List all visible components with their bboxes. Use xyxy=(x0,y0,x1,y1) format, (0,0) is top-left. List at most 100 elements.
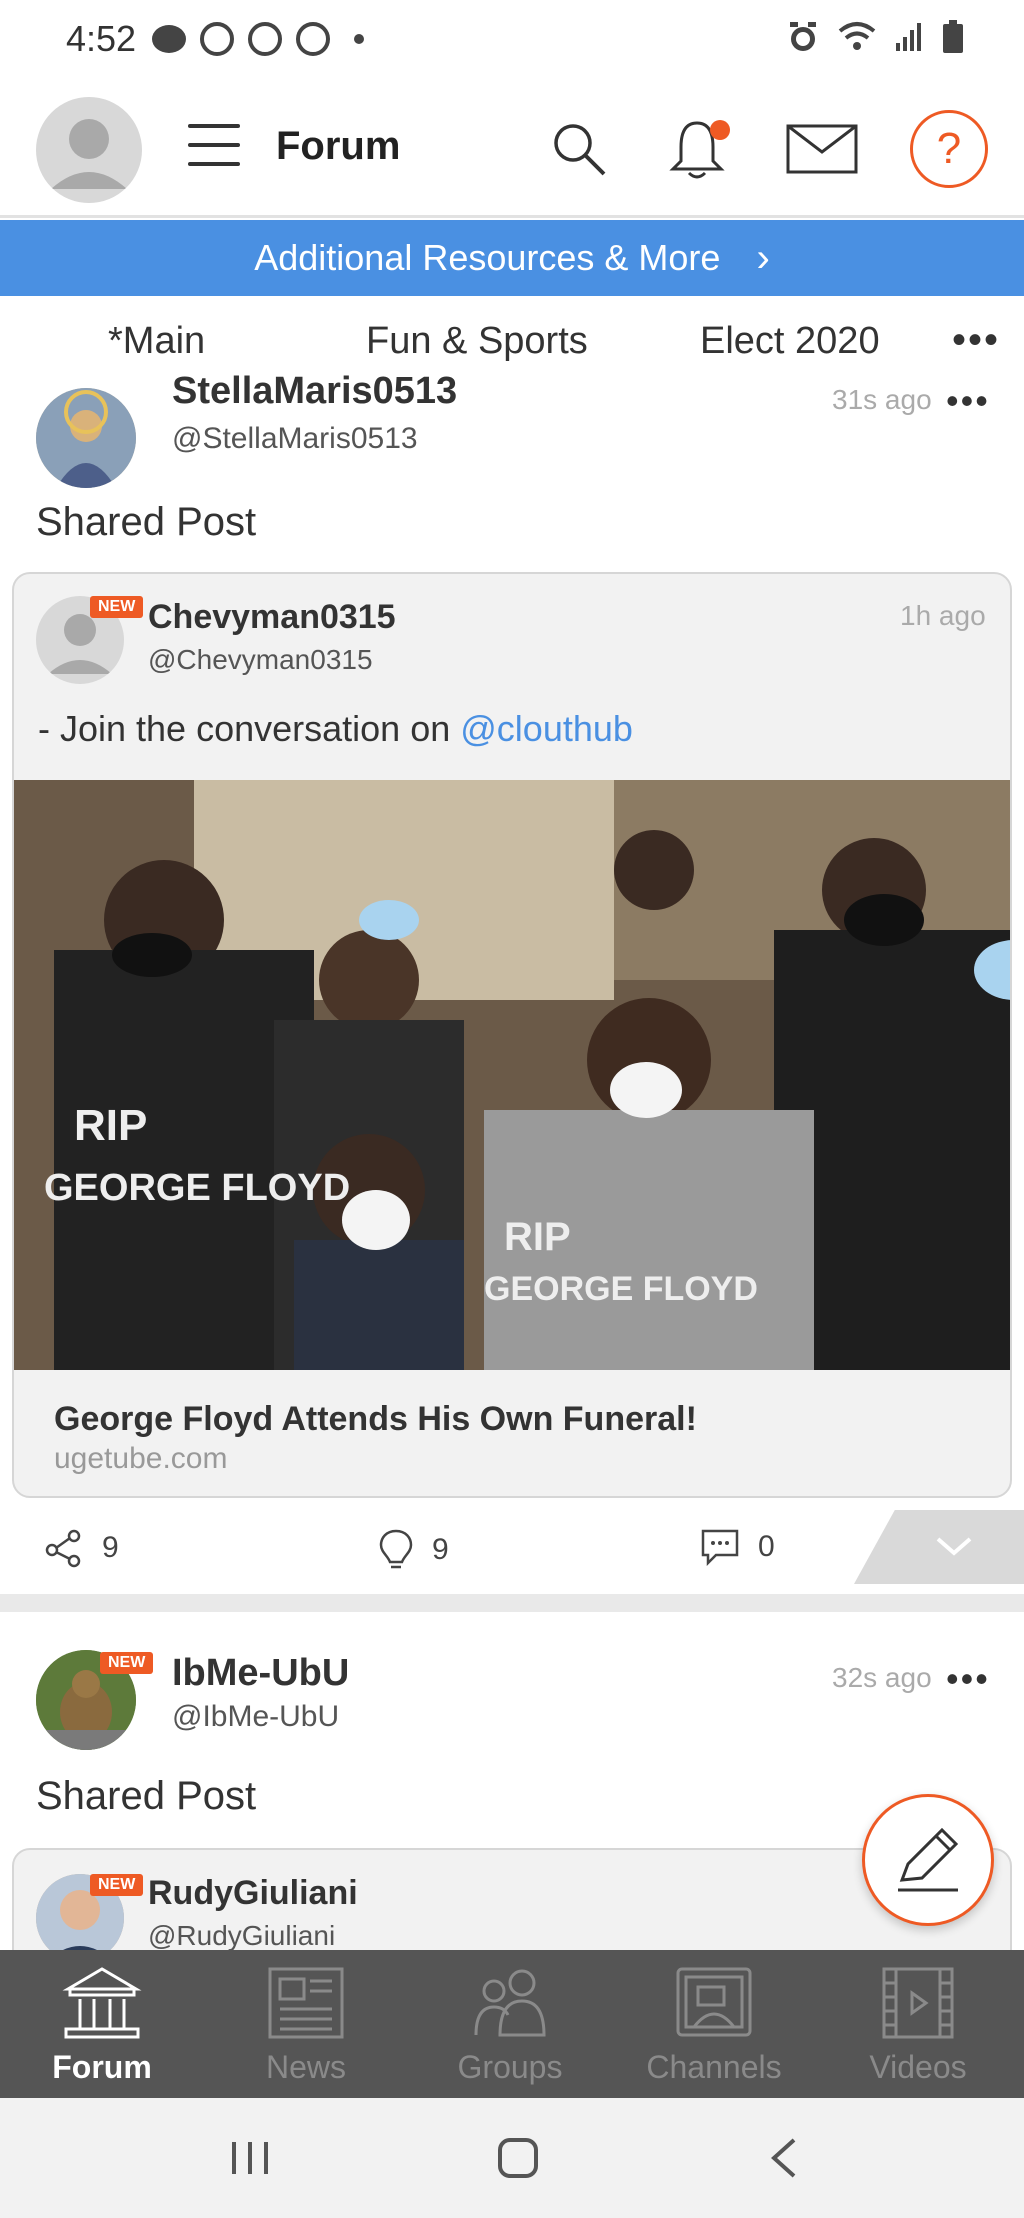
feed-post: StellaMaris0513 @StellaMaris0513 31s ago… xyxy=(0,370,1024,1594)
nav-forum[interactable]: Forum xyxy=(0,1950,204,2098)
share-icon xyxy=(45,1529,81,1568)
chrome-notification-icon xyxy=(296,22,330,56)
comment-icon xyxy=(701,1529,739,1566)
banner-text: Additional Resources & More xyxy=(254,237,721,278)
new-user-badge: NEW xyxy=(90,1874,144,1896)
nav-channels[interactable]: Channels xyxy=(612,1950,816,2098)
app-header: Forum ? xyxy=(0,80,1024,218)
app-screen: 4:52 Forum ? Additional Resources & More… xyxy=(0,0,1024,2218)
shared-author-handle[interactable]: @Chevyman0315 xyxy=(148,644,373,676)
shared-post-label: Shared Post xyxy=(36,1774,257,1818)
signal-icon xyxy=(896,23,921,51)
post-author-handle[interactable]: @IbMe-UbU xyxy=(172,1700,339,1734)
link-preview-domain: ugetube.com xyxy=(54,1442,228,1475)
recent-apps-button[interactable] xyxy=(210,2128,290,2188)
news-icon xyxy=(268,1967,344,2039)
shared-author-handle[interactable]: @RudyGiuliani xyxy=(148,1920,335,1950)
system-navigation-bar xyxy=(0,2098,1024,2218)
tab-fun-sports[interactable]: Fun & Sports xyxy=(366,320,588,363)
nav-label: News xyxy=(265,2049,346,2085)
videos-icon xyxy=(882,1967,954,2039)
tab-main[interactable]: *Main xyxy=(108,320,205,363)
tabs-more-button[interactable]: ••• xyxy=(952,318,1000,363)
shared-timestamp: 1h ago xyxy=(900,600,986,631)
notification-icons xyxy=(152,22,364,56)
more-notifications-icon xyxy=(354,34,364,44)
channels-icon xyxy=(676,1967,752,2037)
bottom-navigation: Forum News Groups Channels Videos xyxy=(0,1950,1024,2098)
status-bar: 4:52 xyxy=(0,0,1024,80)
help-button[interactable]: ? xyxy=(910,110,988,188)
home-button[interactable] xyxy=(478,2128,558,2188)
chat-notification-icon xyxy=(152,25,186,53)
nav-label: Channels xyxy=(646,2049,782,2085)
svg-text:RIP: RIP xyxy=(74,1101,147,1150)
messages-button[interactable] xyxy=(782,114,862,184)
shared-post-card[interactable]: NEW Chevyman0315 @Chevyman0315 1h ago - … xyxy=(12,572,1012,1498)
share-button[interactable]: 9 xyxy=(44,1528,119,1568)
forum-icon xyxy=(62,1967,142,2039)
status-time: 4:52 xyxy=(66,18,137,59)
menu-icon-line xyxy=(188,124,240,128)
nav-videos[interactable]: Videos xyxy=(816,1950,1020,2098)
chevron-right-icon: › xyxy=(756,235,770,280)
svg-text:GEORGE FLOYD: GEORGE FLOYD xyxy=(484,1270,758,1308)
comment-count: 0 xyxy=(758,1530,775,1563)
expand-post-button[interactable] xyxy=(854,1510,1024,1584)
lightbulb-icon xyxy=(379,1529,413,1569)
notification-dot xyxy=(710,120,730,140)
feed-post: NEW IbMe-UbU @IbMe-UbU 32s ago ••• Share… xyxy=(0,1612,1024,1950)
tab-elect-2020[interactable]: Elect 2020 xyxy=(700,320,880,363)
mention-link[interactable]: @clouthub xyxy=(460,708,633,749)
chrome-notification-icon xyxy=(200,22,234,56)
photo-image: RIP GEORGE FLOYD RIP GEORGE FLOYD xyxy=(14,780,1010,1370)
compose-post-button[interactable] xyxy=(862,1794,994,1926)
menu-button[interactable] xyxy=(188,124,240,168)
shared-author-name[interactable]: Chevyman0315 xyxy=(148,598,396,637)
idea-button[interactable]: 9 xyxy=(378,1528,449,1572)
nav-label: Groups xyxy=(457,2049,563,2085)
post-timestamp: 32s ago xyxy=(832,1662,932,1693)
post-author-name[interactable]: IbMe-UbU xyxy=(172,1652,349,1695)
notifications-button[interactable] xyxy=(662,114,732,184)
post-text: - Join the conversation on xyxy=(38,708,461,749)
nav-label: Forum xyxy=(52,2049,152,2085)
battery-icon xyxy=(943,20,963,53)
chrome-notification-icon xyxy=(248,22,282,56)
shared-author-name[interactable]: RudyGiuliani xyxy=(148,1874,358,1913)
link-preview-image[interactable]: RIP GEORGE FLOYD RIP GEORGE FLOYD xyxy=(14,780,1010,1370)
menu-icon-line xyxy=(188,162,240,166)
user-avatar[interactable] xyxy=(36,97,142,203)
nav-news[interactable]: News xyxy=(204,1950,408,2098)
shared-post-label: Shared Post xyxy=(36,500,257,544)
new-user-badge: NEW xyxy=(90,596,144,618)
post-options-button[interactable]: ••• xyxy=(946,1658,990,1700)
post-timestamp: 31s ago xyxy=(832,384,932,415)
idea-count: 9 xyxy=(432,1533,449,1566)
search-button[interactable] xyxy=(544,114,614,184)
chevron-down-icon xyxy=(936,1537,972,1556)
shared-post-text: - Join the conversation on @clouthub xyxy=(38,708,633,750)
link-preview-title[interactable]: George Floyd Attends His Own Funeral! xyxy=(54,1400,697,1439)
post-options-button[interactable]: ••• xyxy=(946,380,990,422)
post-author-avatar[interactable] xyxy=(36,388,136,488)
wifi-icon xyxy=(838,22,876,50)
pencil-icon xyxy=(898,1827,959,1892)
comment-button[interactable]: 0 xyxy=(700,1528,775,1566)
resources-banner[interactable]: Additional Resources & More › xyxy=(0,220,1024,296)
system-icons xyxy=(786,20,964,54)
user-avatar-icon xyxy=(51,119,127,189)
post-author-handle[interactable]: @StellaMaris0513 xyxy=(172,422,418,456)
groups-icon xyxy=(474,1969,546,2037)
menu-icon-line xyxy=(188,143,240,147)
post-actions: 9 9 0 xyxy=(0,1510,1024,1600)
nav-groups[interactable]: Groups xyxy=(408,1950,612,2098)
new-user-badge: NEW xyxy=(100,1652,154,1674)
svg-text:RIP: RIP xyxy=(504,1215,571,1259)
search-icon xyxy=(554,124,606,176)
post-author-name[interactable]: StellaMaris0513 xyxy=(172,370,457,413)
home-icon xyxy=(498,2138,538,2178)
back-button[interactable] xyxy=(744,2128,824,2188)
recent-apps-icon xyxy=(232,2142,268,2174)
avatar-image xyxy=(36,388,136,488)
